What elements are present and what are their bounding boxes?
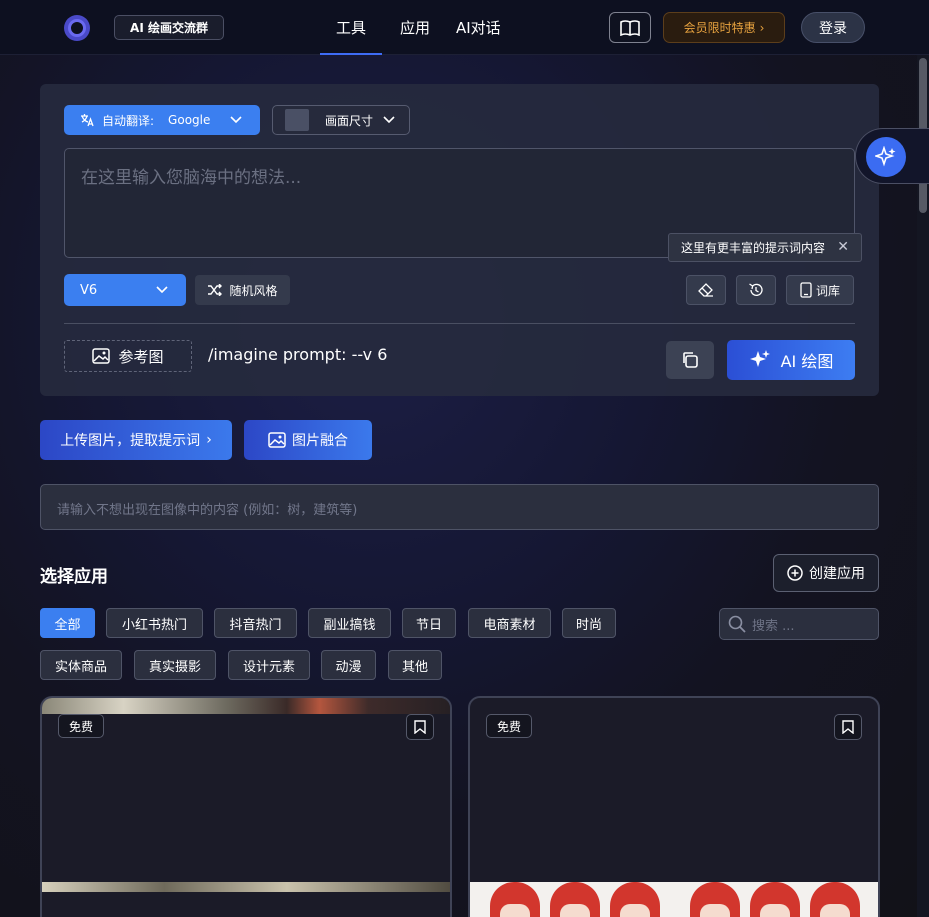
create-app-label: 创建应用 — [809, 566, 865, 582]
category-products[interactable]: 实体商品 — [40, 650, 122, 680]
reference-image-label: 参考图 — [118, 347, 164, 366]
app-card[interactable]: 免费 — [40, 696, 452, 917]
category-festival[interactable]: 节日 — [402, 608, 456, 638]
chevron-down-icon — [230, 116, 242, 124]
translate-label: 自动翻译: — [102, 113, 155, 128]
guide-book-button[interactable] — [609, 12, 651, 43]
category-fashion[interactable]: 时尚 — [562, 608, 616, 638]
random-style-label: 随机风格 — [229, 283, 278, 298]
canvas-size-select[interactable]: 画面尺寸 — [272, 105, 410, 135]
ai-draw-button[interactable]: AI 绘图 — [727, 340, 855, 380]
app-card[interactable]: 免费 — [468, 696, 880, 917]
prompt-library-label: 词库 — [815, 283, 840, 298]
ai-assistant-button[interactable] — [866, 137, 906, 177]
phone-book-icon — [800, 282, 812, 298]
chevron-right-icon: › — [759, 20, 765, 35]
card-image-chibi — [470, 882, 878, 917]
sparkle-icon — [875, 146, 896, 167]
category-anime[interactable]: 动漫 — [321, 650, 376, 680]
category-photography[interactable]: 真实摄影 — [134, 650, 216, 680]
chibi-character — [610, 882, 660, 917]
category-douyin[interactable]: 抖音热门 — [214, 608, 297, 638]
chevron-down-icon — [156, 286, 168, 294]
version-value: V6 — [80, 282, 98, 298]
book-icon — [620, 19, 640, 36]
sparkle-icon — [749, 350, 770, 367]
chibi-character — [810, 882, 860, 917]
prompt-library-button[interactable]: 词库 — [786, 275, 854, 305]
chibi-character — [690, 882, 740, 917]
canvas-size-label: 画面尺寸 — [325, 113, 374, 128]
card-image-top — [42, 698, 450, 714]
category-all[interactable]: 全部 — [40, 608, 95, 638]
history-icon — [749, 283, 763, 296]
copy-button[interactable] — [666, 341, 714, 379]
imagine-command-text: /imagine prompt: --v 6 — [208, 345, 388, 364]
image-icon — [92, 348, 111, 364]
chibi-character — [750, 882, 800, 917]
bookmark-button[interactable] — [406, 714, 434, 740]
image-blend-label: 图片融合 — [292, 433, 348, 449]
reference-image-button[interactable]: 参考图 — [64, 340, 192, 372]
chibi-character — [550, 882, 600, 917]
upload-extract-prompt-button[interactable]: 上传图片，提取提示词 › — [40, 420, 232, 460]
category-design[interactable]: 设计元素 — [228, 650, 310, 680]
tooltip-text: 这里有更丰富的提示词内容 — [681, 241, 826, 255]
history-button[interactable] — [736, 275, 776, 305]
section-title: 选择应用 — [40, 567, 108, 587]
shuffle-icon — [208, 284, 223, 296]
translate-icon — [81, 114, 94, 127]
image-blend-button[interactable]: 图片融合 — [244, 420, 372, 460]
app-search-input[interactable]: 搜索 ... — [719, 608, 879, 640]
category-xiaohongshu[interactable]: 小红书热门 — [106, 608, 203, 638]
plus-circle-icon — [787, 565, 803, 581]
image-icon — [268, 432, 286, 448]
logo-icon[interactable] — [64, 15, 90, 41]
ai-draw-label: AI 绘图 — [780, 352, 834, 371]
vip-offer-label: 会员限时特惠 — [683, 21, 756, 35]
panel-divider — [64, 323, 855, 324]
upload-label: 上传图片，提取提示词 — [60, 433, 201, 449]
copy-icon — [683, 352, 698, 368]
bookmark-icon — [414, 720, 426, 734]
vip-offer-button[interactable]: 会员限时特惠 › — [663, 12, 785, 43]
eraser-icon — [698, 283, 713, 297]
chevron-right-icon: › — [206, 432, 212, 448]
chevron-down-icon — [383, 116, 395, 124]
free-badge: 免费 — [486, 714, 533, 738]
bookmark-button[interactable] — [834, 714, 862, 740]
category-side-hustle[interactable]: 副业搞钱 — [308, 608, 391, 638]
auto-translate-select[interactable]: 自动翻译: Google — [64, 105, 260, 135]
translate-value: Google — [168, 113, 211, 127]
version-select[interactable]: V6 — [64, 274, 186, 306]
chibi-character — [490, 882, 540, 917]
close-icon[interactable]: ✕ — [837, 239, 849, 255]
free-badge: 免费 — [58, 714, 105, 738]
ratio-swatch — [285, 109, 309, 131]
nav-ai-chat[interactable]: AI对话 — [456, 0, 501, 55]
clear-prompt-button[interactable] — [686, 275, 726, 305]
login-button[interactable]: 登录 — [801, 12, 865, 43]
search-placeholder: 搜索 ... — [752, 618, 795, 634]
nav-tools[interactable]: 工具 — [319, 0, 383, 55]
random-style-button[interactable]: 随机风格 — [195, 275, 290, 305]
bookmark-icon — [842, 720, 854, 734]
ai-group-button[interactable]: AI 绘画交流群 — [114, 15, 224, 40]
floating-ai-assistant[interactable] — [855, 128, 929, 184]
prompt-library-tooltip: 这里有更丰富的提示词内容 ✕ — [668, 233, 862, 262]
nav-apps[interactable]: 应用 — [400, 0, 430, 55]
negative-prompt-input[interactable]: 请输入不想出现在图像中的内容 (例如：树，建筑等) — [40, 484, 879, 530]
category-other[interactable]: 其他 — [388, 650, 442, 680]
category-ecommerce[interactable]: 电商素材 — [468, 608, 551, 638]
create-app-button[interactable]: 创建应用 — [773, 554, 879, 592]
card-image-bottom — [42, 882, 450, 892]
search-icon — [728, 615, 746, 633]
